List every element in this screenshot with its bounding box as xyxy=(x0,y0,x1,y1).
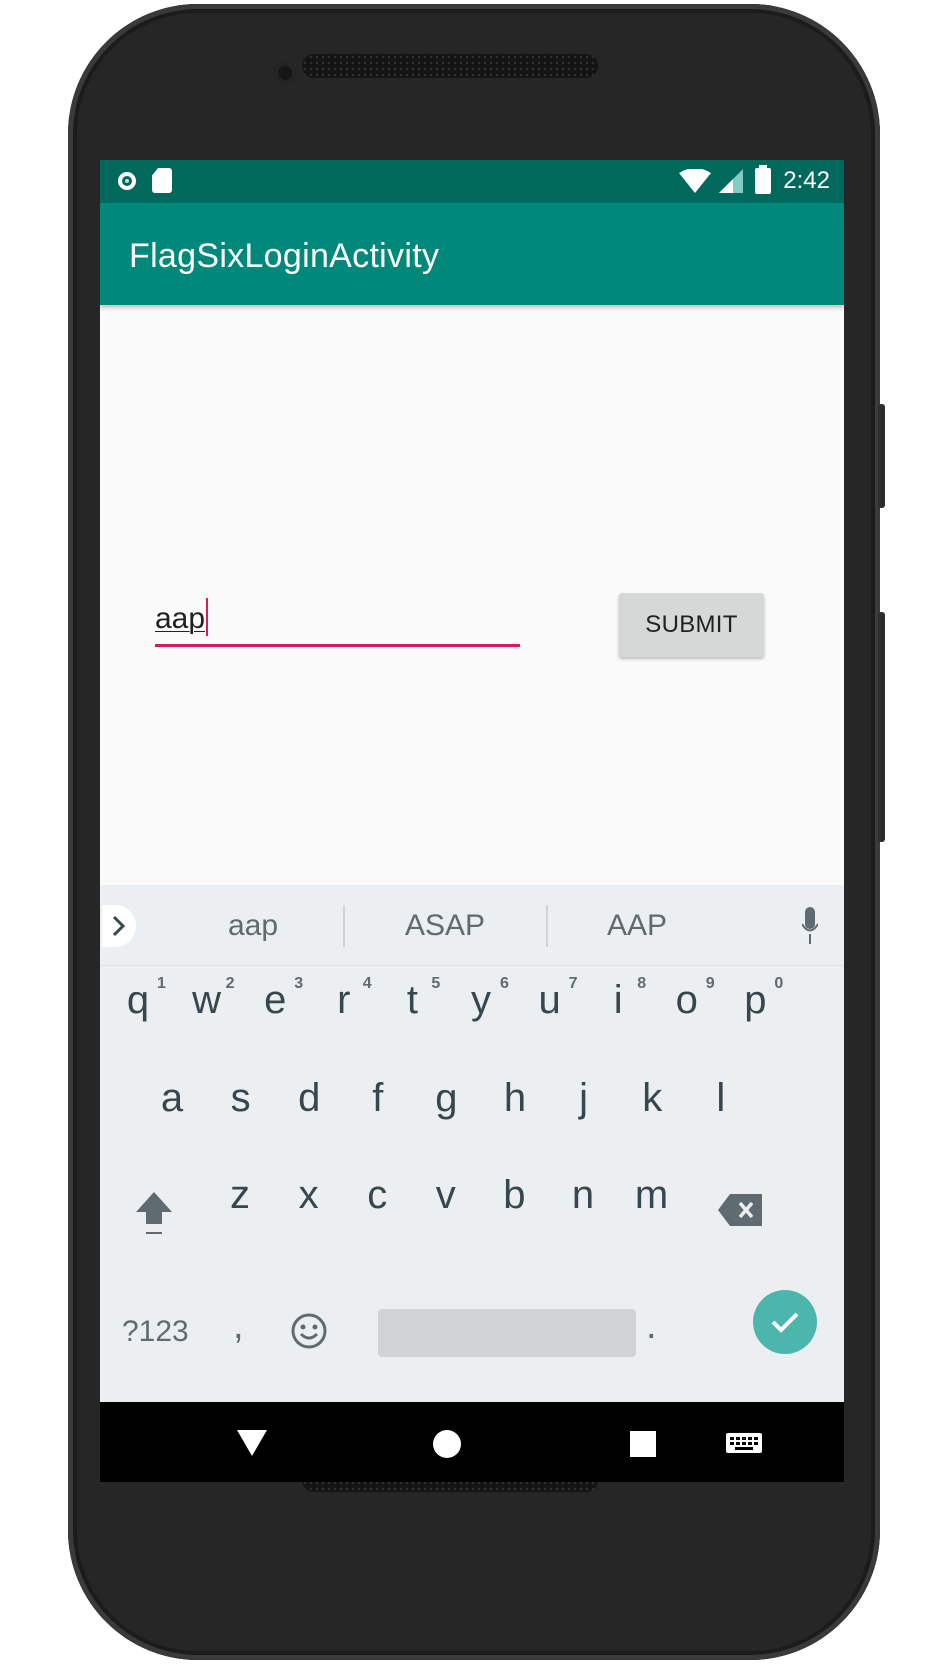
checkmark-icon xyxy=(771,1312,799,1333)
screen: 2:42 FlagSixLoginActivity aap SUBMIT aap… xyxy=(100,160,844,1482)
shift-key[interactable] xyxy=(134,1190,174,1236)
status-time: 2:42 xyxy=(783,167,830,194)
back-triangle-icon[interactable] xyxy=(237,1430,267,1456)
key-f[interactable]: f xyxy=(343,1076,413,1121)
key-hint-u: 7 xyxy=(568,975,578,992)
status-bar: 2:42 xyxy=(100,160,844,203)
soft-keyboard: aap ASAP AAP ?123 , . q 1 w 2 e 3 r 4 t … xyxy=(100,885,844,1402)
chevron-right-icon xyxy=(112,915,126,937)
flag-input-field[interactable]: aap xyxy=(155,590,520,647)
suggestion-divider xyxy=(343,905,345,947)
key-g[interactable]: g xyxy=(411,1076,481,1121)
key-h[interactable]: h xyxy=(480,1076,550,1121)
key-hint-y: 6 xyxy=(500,975,509,992)
text-caret xyxy=(206,598,209,636)
navigation-bar xyxy=(100,1402,844,1482)
key-v[interactable]: v xyxy=(411,1173,481,1218)
flag-input-value: aap xyxy=(155,602,206,635)
keyboard-switch-icon[interactable] xyxy=(726,1433,762,1457)
suggestion-3[interactable]: AAP xyxy=(547,909,727,943)
home-circle-icon[interactable] xyxy=(433,1430,461,1458)
wifi-icon xyxy=(679,169,712,193)
key-z[interactable]: z xyxy=(205,1173,275,1218)
emoji-key[interactable] xyxy=(290,1312,328,1350)
done-key[interactable] xyxy=(753,1290,817,1354)
key-b[interactable]: b xyxy=(479,1173,549,1218)
space-bar[interactable] xyxy=(378,1309,636,1357)
key-hint-p: 0 xyxy=(774,975,784,992)
key-x[interactable]: x xyxy=(274,1173,344,1218)
key-hint-r: 4 xyxy=(362,975,372,992)
recents-square-icon[interactable] xyxy=(630,1431,656,1457)
volume-rocker[interactable] xyxy=(878,612,885,842)
front-camera xyxy=(274,62,296,84)
key-hint-e: 3 xyxy=(294,975,304,992)
expand-suggestions-button[interactable] xyxy=(102,905,136,947)
submit-button[interactable]: SUBMIT xyxy=(619,593,764,657)
key-n[interactable]: n xyxy=(548,1173,618,1218)
suggestion-1[interactable]: aap xyxy=(163,909,343,943)
key-a[interactable]: a xyxy=(137,1076,207,1121)
top-speaker xyxy=(302,54,598,78)
key-hint-w: 2 xyxy=(225,975,235,992)
key-d[interactable]: d xyxy=(274,1076,344,1121)
power-button[interactable] xyxy=(878,404,885,508)
page-title: FlagSixLoginActivity xyxy=(129,237,440,275)
suggestion-2[interactable]: ASAP xyxy=(355,909,535,943)
key-s[interactable]: s xyxy=(206,1076,276,1121)
key-hint-t: 5 xyxy=(431,975,441,992)
battery-icon xyxy=(755,165,772,194)
key-hint-o: 9 xyxy=(705,975,715,992)
sd-card-icon xyxy=(152,168,172,193)
microphone-icon[interactable] xyxy=(802,907,818,945)
key-c[interactable]: c xyxy=(342,1173,412,1218)
symbols-key[interactable]: ?123 xyxy=(122,1315,189,1349)
key-hint-i: 8 xyxy=(637,975,647,992)
comma-key[interactable]: , xyxy=(233,1305,244,1348)
key-j[interactable]: j xyxy=(549,1076,619,1121)
period-key[interactable]: . xyxy=(646,1305,657,1348)
app-bar: FlagSixLoginActivity xyxy=(100,203,844,305)
suggestion-strip: aap ASAP AAP xyxy=(100,885,844,966)
backspace-key[interactable] xyxy=(718,1194,762,1226)
key-hint-q: 1 xyxy=(157,975,166,992)
sync-status-icon xyxy=(118,171,136,190)
key-l[interactable]: l xyxy=(686,1076,756,1121)
key-m[interactable]: m xyxy=(617,1173,687,1218)
cell-signal-icon xyxy=(719,169,744,193)
key-k[interactable]: k xyxy=(617,1076,687,1121)
